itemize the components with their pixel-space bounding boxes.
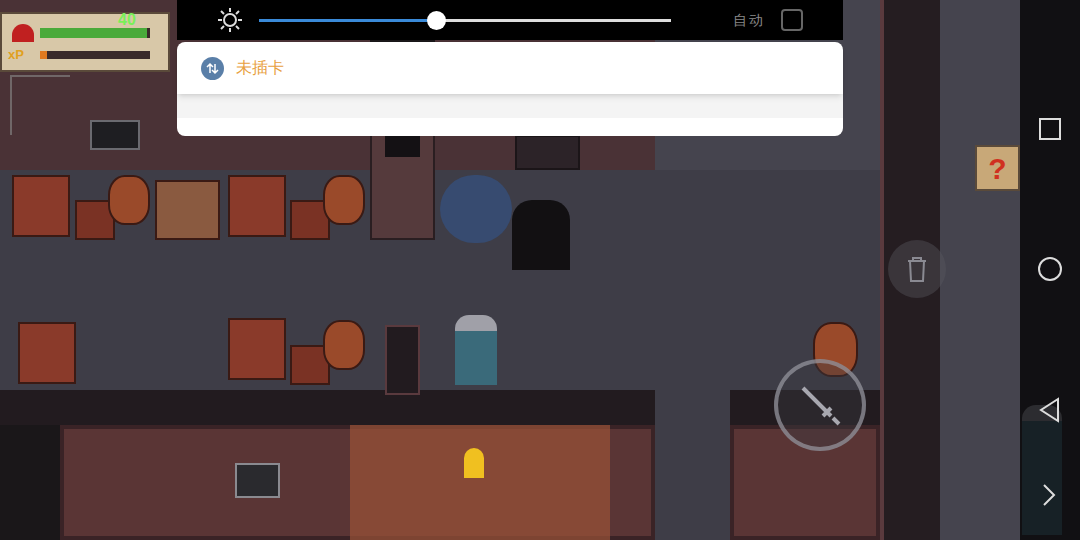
torch-light [350,425,610,540]
expand-icon[interactable] [1040,482,1058,508]
magic-circle [440,175,512,243]
trash-icon [905,255,929,283]
spider-icon [90,120,140,150]
notification-card[interactable]: 未插卡 [177,42,843,94]
barrel [323,320,365,370]
sword-icon [795,380,845,430]
brightness-icon [217,7,243,33]
trash-button[interactable] [888,240,946,298]
notification-text: 未插卡 [236,56,284,80]
crate [228,318,286,380]
brightness-fill [259,19,436,22]
barrel [323,175,365,225]
attack-button[interactable] [774,359,866,451]
auto-checkbox[interactable] [781,9,803,31]
auto-label: 自动 [733,10,765,31]
grate-icon [235,463,280,498]
nav-bar [1020,0,1080,540]
doorway [385,135,420,157]
door [515,135,580,170]
hp-text: 40 [118,12,136,28]
home-icon[interactable] [1037,256,1063,282]
brightness-slider[interactable] [259,19,671,22]
status-panel: 40 xP [0,12,170,72]
crate [12,175,70,237]
chest [155,180,220,240]
hp-fill [40,28,147,38]
floor [940,0,1020,540]
torch-icon [464,448,484,478]
help-button[interactable]: ? [975,145,1020,191]
wall-top [0,390,880,425]
recents-icon[interactable] [1038,117,1062,141]
brightness-bar: 自动 [177,0,843,40]
heart-icon [12,24,34,42]
cobweb-icon [10,75,70,135]
hp-bar [40,28,150,38]
hero[interactable] [455,315,497,385]
shadow-enemy[interactable] [512,200,570,270]
xp-bar [40,51,150,59]
crate [18,322,76,384]
floor [655,390,730,540]
xp-fill [40,51,47,59]
game-screen: 40 xP? 自动未插卡 [0,0,1080,540]
xp-label: xP [8,48,24,61]
slider-knob[interactable] [427,11,446,30]
sim-icon [201,57,224,80]
crate [228,175,286,237]
back-icon[interactable] [1038,397,1062,423]
wall-top [385,325,420,395]
barrel [108,175,150,225]
notification-card [177,92,843,118]
